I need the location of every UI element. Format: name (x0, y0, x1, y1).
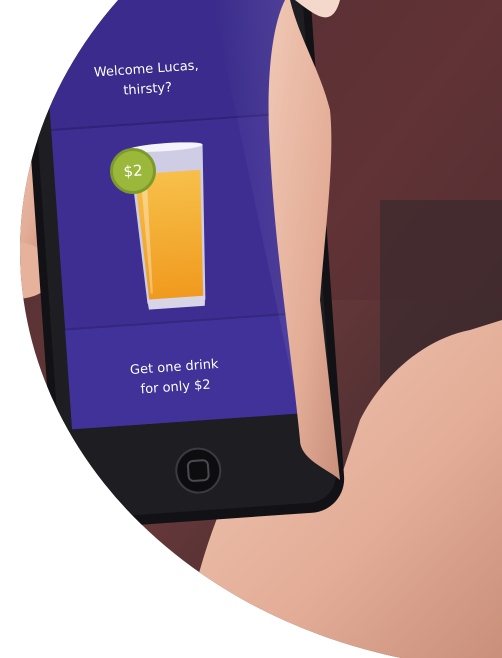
photo-scene: Welcome Lucas, thirsty? $2 Get one drink… (0, 0, 502, 658)
photo-ellipse-crop (20, 0, 502, 658)
phone-in-hand-photo (20, 0, 502, 658)
